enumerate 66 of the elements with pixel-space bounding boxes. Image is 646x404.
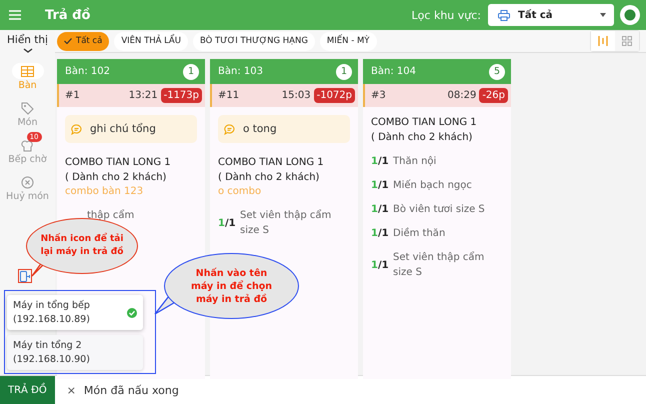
- item-name: Set viên thập cẩm size S: [393, 250, 486, 280]
- count-badge: 1: [336, 64, 352, 80]
- combo-note: o combo: [218, 185, 262, 199]
- order-time: 13:21: [128, 90, 158, 101]
- item-quantity: 1/1: [371, 204, 390, 215]
- order-time: 08:29: [447, 90, 476, 101]
- chef-hat-icon: [21, 138, 34, 152]
- category-chip[interactable]: Tất cả: [57, 32, 110, 50]
- status-icon[interactable]: [620, 5, 640, 25]
- item-name: Bò viên tươi size S: [393, 203, 485, 217]
- item-name: Thăn nội: [393, 155, 436, 169]
- item-quantity: 1/1: [371, 228, 390, 239]
- area-dropdown[interactable]: Tất cả: [488, 4, 614, 26]
- order-number: #1: [65, 90, 81, 101]
- note-text: o tong: [243, 123, 277, 135]
- menu-icon[interactable]: [9, 10, 21, 20]
- item-quantity: 1/1: [218, 218, 237, 228]
- filter-label: Lọc khu vực:: [412, 8, 481, 22]
- item-quantity: 1/1: [371, 156, 390, 167]
- tag-icon: [21, 102, 34, 114]
- note-text: ghi chú tổng: [90, 123, 156, 135]
- comment-icon: [224, 124, 235, 134]
- display-label: Hiển thị: [7, 34, 48, 46]
- table-name: Bàn: 102: [65, 66, 110, 77]
- check-icon: [64, 38, 72, 44]
- item-name: Diềm thăn: [393, 226, 446, 241]
- item-name: Set viên thập cẩm size S: [240, 208, 332, 238]
- category-chip[interactable]: BÒ TƯƠI THƯỢNG HẠNG: [192, 32, 315, 50]
- item-quantity: 1/1: [371, 260, 390, 270]
- columns-icon: [598, 36, 608, 46]
- table-name: Bàn: 104: [371, 66, 416, 77]
- combo-name: COMBO TIAN LONG 1 ( Dành cho 2 khách): [65, 156, 172, 185]
- combo-note: combo bàn 123: [65, 185, 144, 199]
- section-label: Món đã nấu xong: [84, 384, 179, 397]
- check-circle-icon: [127, 308, 137, 318]
- late-badge: -1072p: [314, 88, 355, 103]
- order-number: #3: [371, 90, 387, 101]
- grid-icon: [622, 36, 632, 46]
- late-badge: -1173p: [160, 88, 202, 103]
- late-badge: -26p: [479, 88, 508, 103]
- page-title: Trả đồ: [45, 8, 92, 22]
- table-name: Bàn: 103: [218, 66, 263, 77]
- item-name: Miến bạch ngọc: [393, 178, 472, 193]
- combo-name: COMBO TIAN LONG 1 ( Dành cho 2 khách): [218, 156, 325, 185]
- caret-icon: [600, 13, 606, 17]
- comment-icon: [71, 124, 82, 134]
- category-chip[interactable]: VIÊN THẢ LẨU: [114, 32, 188, 50]
- dropdown-value: Tất cả: [518, 10, 554, 20]
- printer-option[interactable]: Máy in tổng bếp (192.168.10.89): [7, 295, 143, 330]
- collapse-toggle[interactable]: ×: [66, 384, 76, 397]
- view-toggle[interactable]: [591, 31, 615, 51]
- count-badge: 1: [183, 64, 199, 80]
- cancel-icon: [21, 176, 34, 188]
- order-number: #11: [218, 90, 240, 101]
- combo-name: COMBO TIAN LONG 1 ( Dành cho 2 khách): [371, 116, 478, 145]
- printer-icon: [20, 270, 30, 282]
- reload-printer-button[interactable]: [18, 269, 32, 283]
- order-time: 15:03: [282, 90, 311, 101]
- printer-icon: [498, 10, 510, 20]
- printer-option[interactable]: Máy tin tổng 2 (192.168.10.90): [7, 335, 143, 370]
- count-badge: 5: [489, 64, 505, 80]
- category-chip[interactable]: MIẾN - MỲ: [320, 32, 376, 50]
- item-quantity: 1/1: [371, 180, 390, 191]
- return-button[interactable]: TRẢ ĐỒ: [0, 376, 55, 404]
- table-icon: [21, 66, 34, 76]
- chevron-icon[interactable]: [22, 48, 32, 53]
